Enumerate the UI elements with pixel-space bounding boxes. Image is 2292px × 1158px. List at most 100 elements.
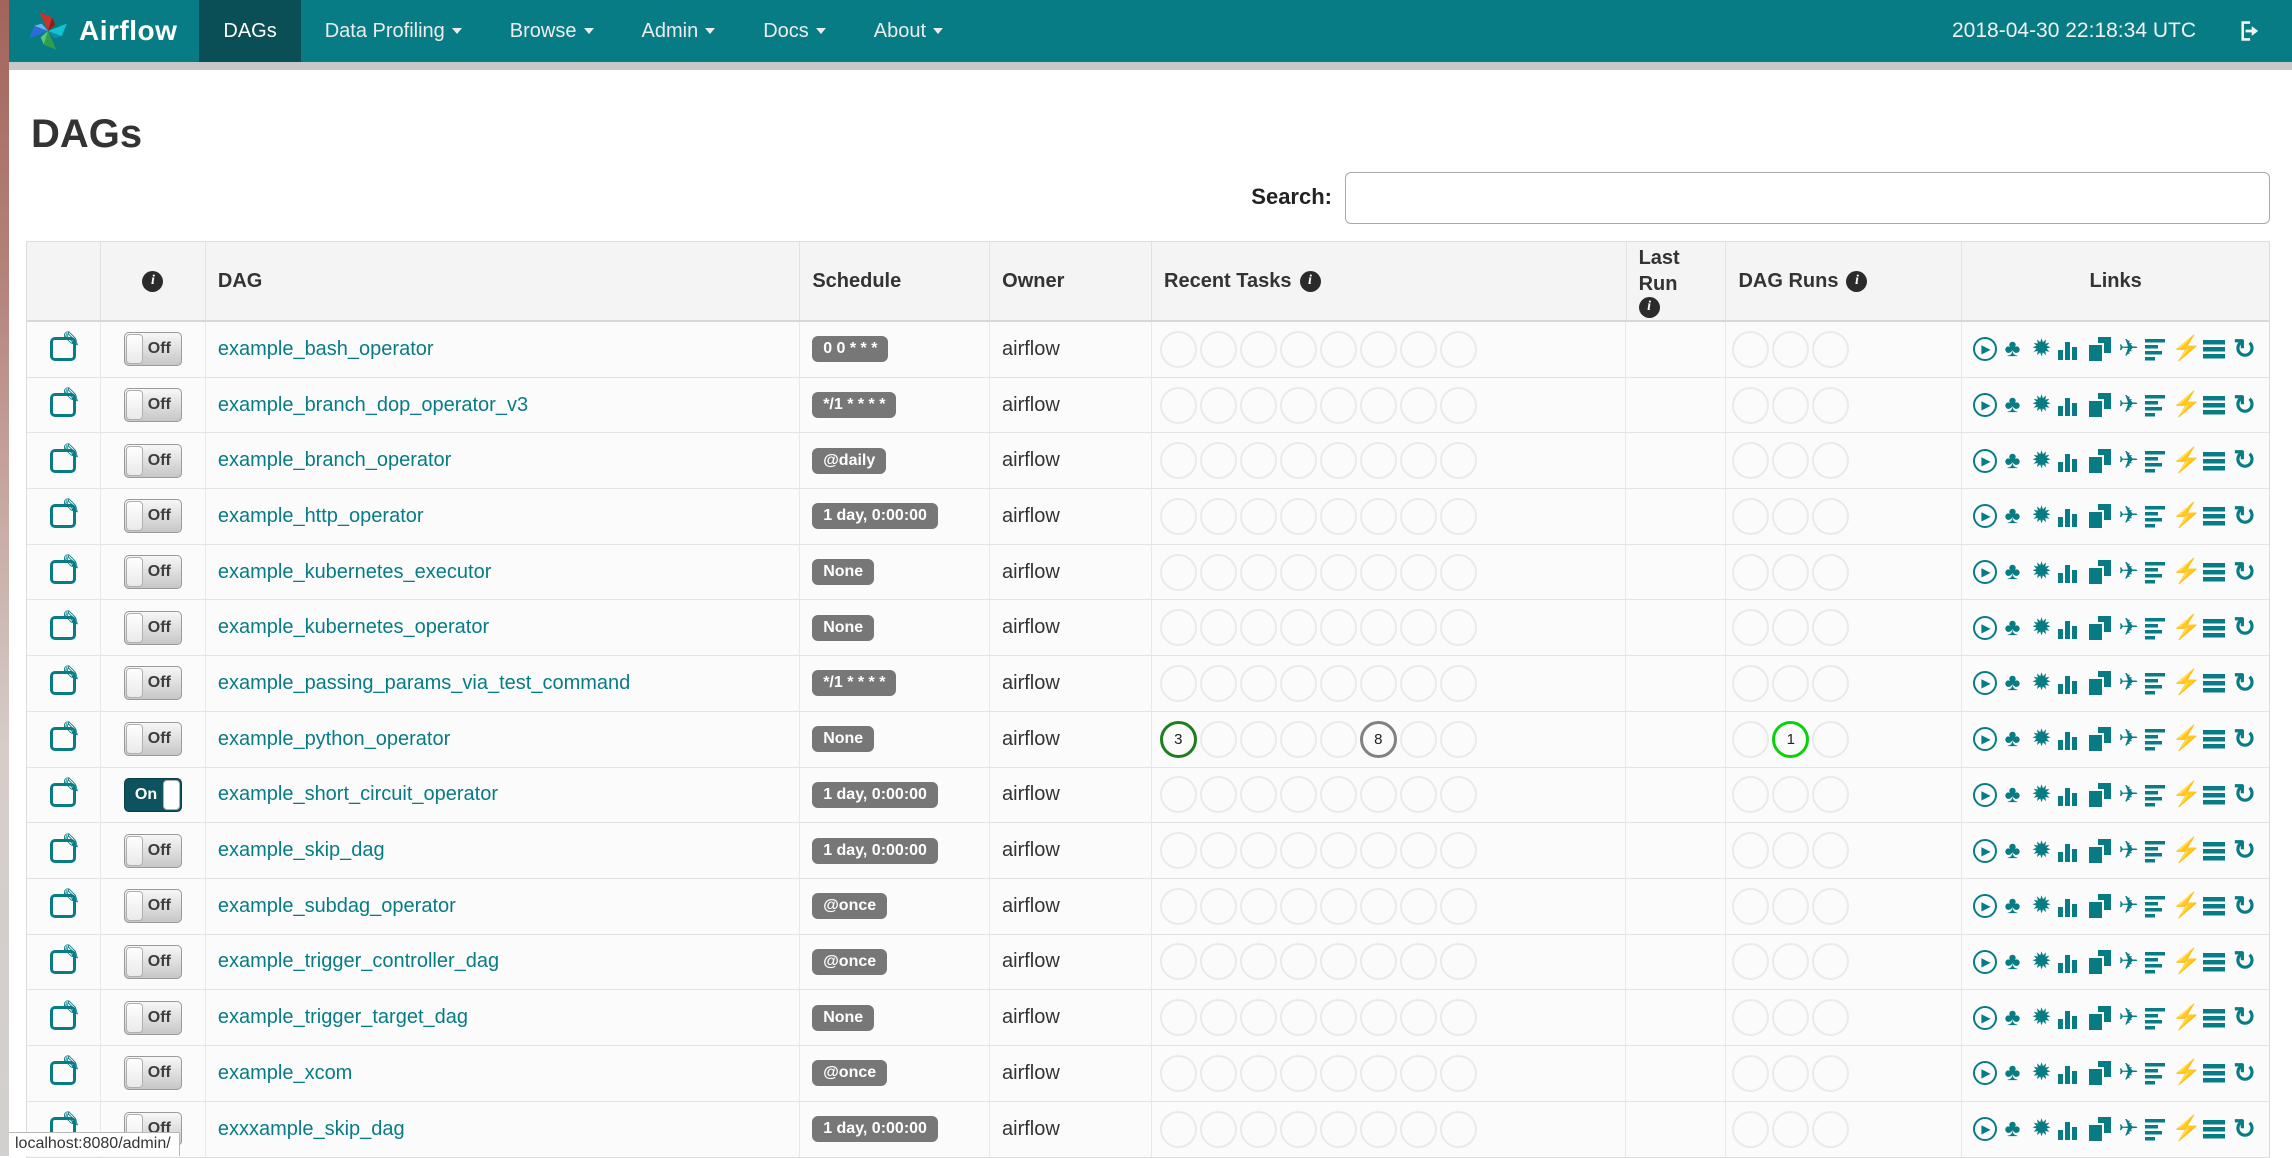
info-icon[interactable]: i <box>1299 270 1321 292</box>
tree-view-icon[interactable]: ♣ <box>1999 1116 2026 1142</box>
dag-pause-toggle[interactable]: On <box>123 777 182 812</box>
task-state-circle[interactable] <box>1439 720 1477 758</box>
schedule-badge[interactable]: 1 day, 0:00:00 <box>812 837 938 864</box>
tree-view-icon[interactable]: ♣ <box>1999 838 2026 864</box>
search-input[interactable] <box>1345 172 2270 224</box>
task-state-circle[interactable] <box>1239 999 1277 1037</box>
task-state-circle[interactable] <box>1439 887 1477 925</box>
task-state-circle[interactable] <box>1732 1054 1770 1092</box>
tree-view-icon[interactable]: ♣ <box>1999 1005 2026 1031</box>
task-state-circle[interactable] <box>1159 887 1197 925</box>
logs-icon[interactable] <box>2202 781 2229 808</box>
header-owner[interactable]: Owner <box>990 242 1153 320</box>
task-state-circle[interactable] <box>1159 1054 1197 1092</box>
dag-link[interactable]: example_subdag_operator <box>218 895 456 918</box>
task-state-circle[interactable] <box>1772 330 1810 368</box>
refresh-icon[interactable]: ↻ <box>2231 725 2258 752</box>
code-view-icon[interactable]: ⚡ <box>2172 949 2202 975</box>
landing-times-icon[interactable]: ✈ <box>2115 615 2142 641</box>
graph-view-icon[interactable]: ✹ <box>2028 838 2055 864</box>
task-state-circle[interactable] <box>1159 609 1197 647</box>
code-view-icon[interactable]: ⚡ <box>2172 670 2202 696</box>
task-state-circle[interactable] <box>1732 497 1770 535</box>
schedule-badge[interactable]: @once <box>812 948 888 975</box>
trigger-dag-icon[interactable]: ▶ <box>1973 894 1997 919</box>
task-state-circle[interactable] <box>1239 609 1277 647</box>
gantt-view-icon[interactable] <box>2144 559 2171 586</box>
code-view-icon[interactable]: ⚡ <box>2172 1116 2202 1142</box>
task-state-circle[interactable] <box>1772 609 1810 647</box>
schedule-badge[interactable]: None <box>812 726 875 753</box>
task-state-circle[interactable] <box>1399 609 1437 647</box>
edit-dag-icon[interactable] <box>50 829 80 863</box>
task-state-circle[interactable] <box>1439 832 1477 870</box>
landing-times-icon[interactable]: ✈ <box>2115 1060 2142 1086</box>
task-state-circle[interactable] <box>1732 553 1770 591</box>
refresh-icon[interactable]: ↻ <box>2231 837 2258 864</box>
task-tries-icon[interactable] <box>2086 1060 2113 1086</box>
task-tries-icon[interactable] <box>2086 893 2113 919</box>
task-tries-icon[interactable] <box>2086 726 2113 752</box>
task-state-circle[interactable] <box>1239 442 1277 480</box>
dag-link[interactable]: example_trigger_target_dag <box>218 1006 468 1029</box>
task-state-circle[interactable] <box>1239 330 1277 368</box>
graph-view-icon[interactable]: ✹ <box>2028 726 2055 752</box>
schedule-badge[interactable]: @once <box>812 1060 888 1087</box>
task-state-circle[interactable] <box>1812 330 1850 368</box>
task-state-circle[interactable] <box>1319 887 1357 925</box>
nav-item-browse[interactable]: Browse <box>486 0 618 62</box>
task-state-circle[interactable] <box>1732 776 1770 814</box>
code-view-icon[interactable]: ⚡ <box>2172 448 2202 474</box>
task-state-circle[interactable] <box>1319 497 1357 535</box>
landing-times-icon[interactable]: ✈ <box>2115 559 2142 585</box>
task-state-circle[interactable] <box>1812 553 1850 591</box>
task-state-circle[interactable] <box>1732 330 1770 368</box>
refresh-icon[interactable]: ↻ <box>2231 391 2258 418</box>
refresh-icon[interactable]: ↻ <box>2231 948 2258 975</box>
task-state-circle[interactable] <box>1199 664 1237 702</box>
refresh-icon[interactable]: ↻ <box>2231 335 2258 362</box>
graph-view-icon[interactable]: ✹ <box>2028 615 2055 641</box>
trigger-dag-icon[interactable]: ▶ <box>1973 393 1997 418</box>
sign-out-icon[interactable] <box>2236 18 2262 44</box>
gantt-view-icon[interactable] <box>2144 893 2171 920</box>
task-state-circle[interactable] <box>1812 720 1850 758</box>
task-state-circle[interactable] <box>1732 442 1770 480</box>
task-state-circle[interactable] <box>1399 832 1437 870</box>
task-state-circle[interactable] <box>1439 1054 1477 1092</box>
schedule-badge[interactable]: 1 day, 0:00:00 <box>812 503 938 530</box>
task-state-circle[interactable] <box>1159 553 1197 591</box>
task-state-circle[interactable] <box>1159 999 1197 1037</box>
dag-pause-toggle[interactable]: Off <box>123 332 182 367</box>
task-state-circle[interactable] <box>1199 832 1237 870</box>
tree-view-icon[interactable]: ♣ <box>1999 503 2026 529</box>
dag-link[interactable]: example_short_circuit_operator <box>218 783 498 806</box>
task-state-circle[interactable]: 1 <box>1772 720 1810 758</box>
trigger-dag-icon[interactable]: ▶ <box>1973 671 1997 696</box>
trigger-dag-icon[interactable]: ▶ <box>1973 838 1997 863</box>
logs-icon[interactable] <box>2202 559 2229 586</box>
task-state-circle[interactable] <box>1239 776 1277 814</box>
task-state-circle[interactable] <box>1279 330 1317 368</box>
task-state-circle[interactable] <box>1199 497 1237 535</box>
task-state-circle[interactable] <box>1812 386 1850 424</box>
logs-icon[interactable] <box>2202 503 2229 530</box>
task-tries-icon[interactable] <box>2086 392 2113 418</box>
task-state-circle[interactable] <box>1772 776 1810 814</box>
task-state-circle[interactable] <box>1812 442 1850 480</box>
task-state-circle[interactable] <box>1239 664 1277 702</box>
task-state-circle[interactable] <box>1199 1054 1237 1092</box>
task-state-circle[interactable] <box>1199 776 1237 814</box>
task-state-circle[interactable] <box>1319 999 1357 1037</box>
task-state-circle[interactable] <box>1159 1110 1197 1148</box>
task-state-circle[interactable] <box>1319 832 1357 870</box>
task-state-circle[interactable] <box>1359 999 1397 1037</box>
task-tries-icon[interactable] <box>2086 1116 2113 1142</box>
task-state-circle[interactable] <box>1359 1110 1397 1148</box>
task-state-circle[interactable] <box>1279 1054 1317 1092</box>
graph-view-icon[interactable]: ✹ <box>2028 1060 2055 1086</box>
dag-link[interactable]: example_branch_dop_operator_v3 <box>218 394 528 417</box>
tree-view-icon[interactable]: ♣ <box>1999 1060 2026 1086</box>
edit-dag-icon[interactable] <box>50 550 80 585</box>
task-state-circle[interactable] <box>1279 497 1317 535</box>
